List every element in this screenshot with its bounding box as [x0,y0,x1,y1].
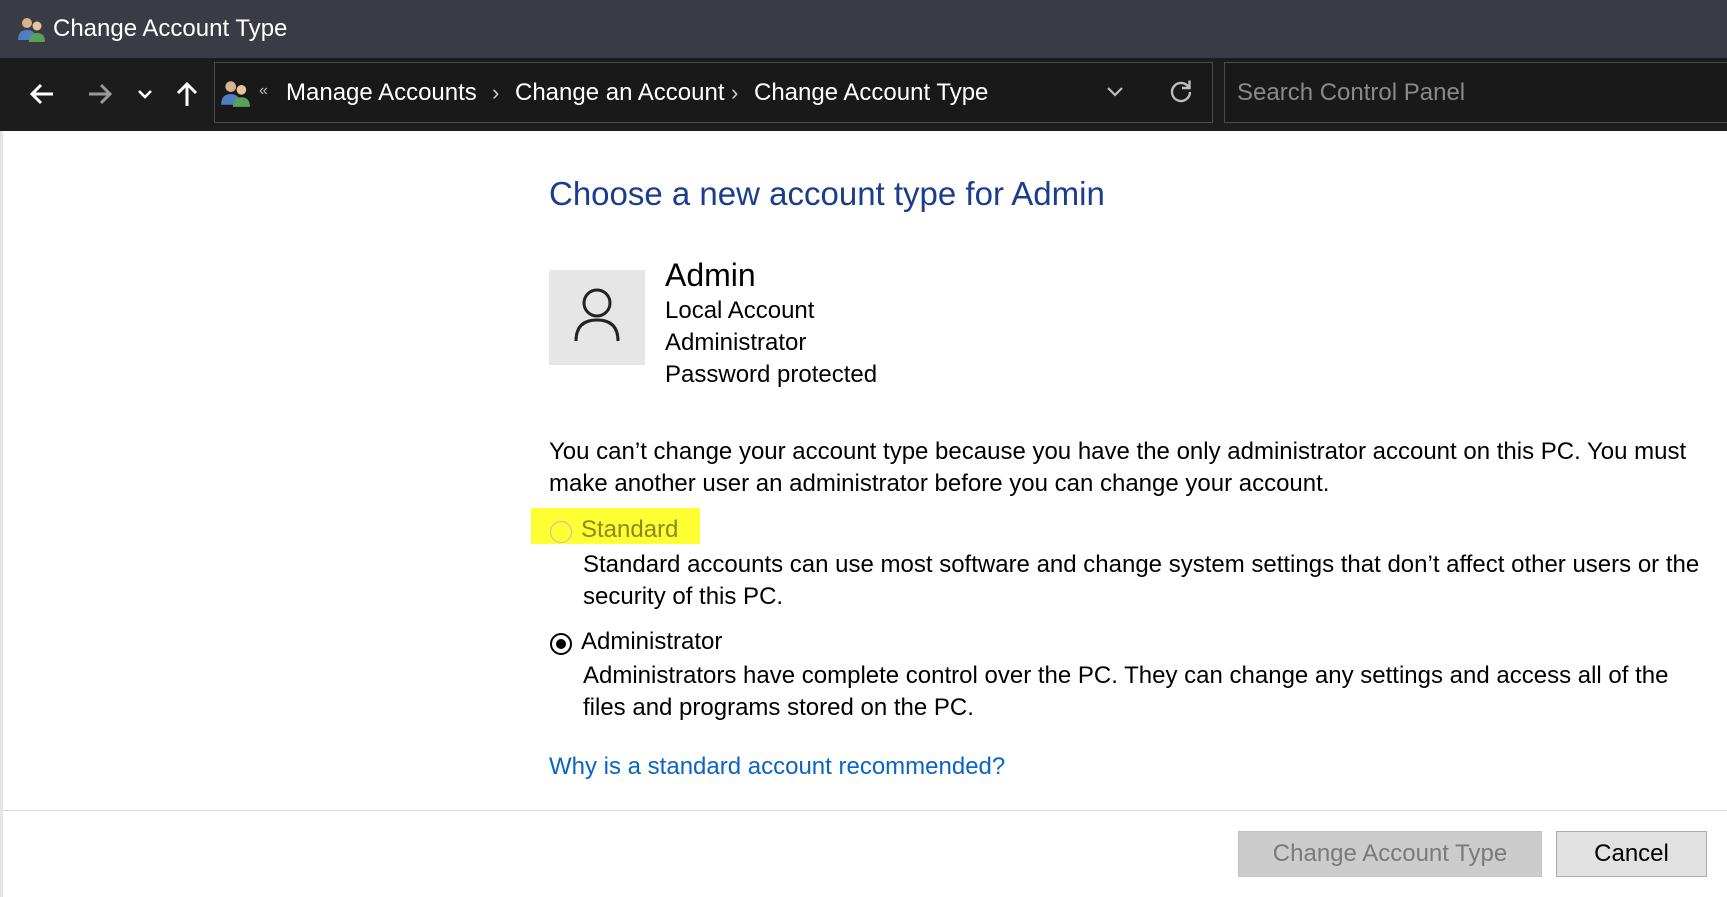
forward-arrow-icon [87,81,113,107]
address-dropdown-button[interactable] [1099,77,1131,109]
standard-label[interactable]: Standard [581,515,678,545]
users-icon [219,77,251,109]
administrator-radio[interactable] [550,633,572,655]
back-button[interactable] [24,76,60,112]
cancel-button[interactable]: Cancel [1556,831,1707,877]
address-bar[interactable]: « Manage Accounts › Change an Account › … [214,62,1213,123]
avatar [549,270,645,365]
forward-button[interactable] [82,76,118,112]
search-box[interactable] [1224,62,1727,123]
standard-description: Standard accounts can use most software … [583,551,1700,610]
breadcrumb-separator[interactable]: › [731,78,738,108]
breadcrumb-overflow[interactable]: « [259,81,268,101]
standard-radio[interactable] [550,521,572,543]
window-title: Change Account Type [53,15,288,42]
breadcrumb-change-account-type[interactable]: Change Account Type [754,78,988,108]
chevron-down-icon [136,85,154,103]
footer-divider [3,810,1727,811]
change-account-type-button[interactable]: Change Account Type [1238,831,1542,877]
window-border [0,131,3,897]
page-title: Choose a new account type for Admin [549,175,1105,212]
up-button[interactable] [172,76,202,112]
title-bar: Change Account Type [0,0,1727,58]
administrator-label[interactable]: Administrator [581,627,722,657]
up-arrow-icon [175,81,199,107]
recent-locations-button[interactable] [131,76,159,112]
user-name: Admin [665,257,756,293]
account-role: Administrator [665,329,807,356]
help-link[interactable]: Why is a standard account recommended? [549,752,1005,782]
search-input[interactable] [1237,77,1707,109]
refresh-icon [1168,78,1194,109]
account-location: Local Account [665,297,815,324]
administrator-description: Administrators have complete control ove… [583,662,1669,721]
refresh-button[interactable] [1163,75,1199,111]
radio-selected-dot [556,639,566,649]
breadcrumb-change-an-account[interactable]: Change an Account [515,78,725,108]
users-icon [16,14,46,44]
user-icon [572,287,622,348]
chevron-down-icon [1105,81,1125,106]
breadcrumb-manage-accounts[interactable]: Manage Accounts [286,78,477,108]
back-arrow-icon [29,81,55,107]
account-security: Password protected [665,361,878,388]
notice-text: You can’t change your account type becau… [549,438,1687,497]
breadcrumb-separator[interactable]: › [492,78,499,108]
